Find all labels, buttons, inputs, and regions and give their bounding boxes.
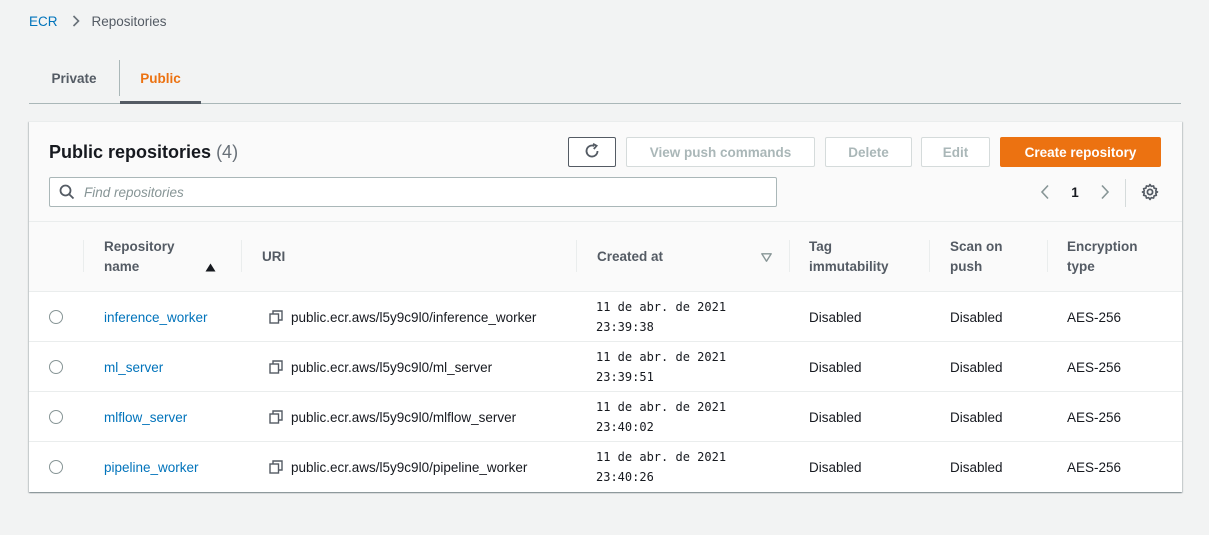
column-header-created-at[interactable]: Created at <box>597 222 772 292</box>
column-header-label: Scan on <box>950 239 1003 254</box>
repository-name-link[interactable]: inference_worker <box>104 310 208 325</box>
created-at-cell: 11 de abr. de 2021 23:40:26 <box>596 442 726 492</box>
encryption-type-value: AES-256 <box>1067 459 1122 475</box>
tab-public[interactable]: Public <box>120 52 201 104</box>
created-date: 11 de abr. de 2021 <box>596 450 727 464</box>
breadcrumb: ECR Repositories <box>29 12 167 30</box>
repository-name-link[interactable]: ml_server <box>104 360 163 375</box>
table-row[interactable]: pipeline_worker public.ecr.aws/l5y9c9l0/… <box>29 442 1182 492</box>
tag-immutability-value: Disabled <box>809 409 862 425</box>
chevron-right-icon <box>72 15 80 27</box>
search-input[interactable] <box>84 184 764 200</box>
created-date: 11 de abr. de 2021 <box>596 300 727 314</box>
column-separator <box>929 240 930 272</box>
created-date: 11 de abr. de 2021 <box>596 400 727 414</box>
created-date: 11 de abr. de 2021 <box>596 350 727 364</box>
sort-ascending-icon <box>205 263 216 272</box>
table-row[interactable]: inference_worker public.ecr.aws/l5y9c9l0… <box>29 292 1182 342</box>
repository-name-link[interactable]: pipeline_worker <box>104 460 199 475</box>
column-header-label: type <box>1067 259 1095 274</box>
column-header-label: immutability <box>809 259 889 274</box>
breadcrumb-current: Repositories <box>91 13 167 29</box>
created-at-cell: 11 de abr. de 2021 23:40:02 <box>596 392 726 442</box>
gear-icon[interactable] <box>1140 182 1160 202</box>
copy-icon[interactable] <box>269 360 283 374</box>
column-separator <box>789 240 790 272</box>
view-push-commands-button[interactable]: View push commands <box>626 137 815 167</box>
repository-uri-cell: public.ecr.aws/l5y9c9l0/mlflow_server <box>269 392 516 442</box>
tab-bar: Private Public <box>29 52 1181 104</box>
created-at-cell: 11 de abr. de 2021 23:39:38 <box>596 292 726 342</box>
repository-uri-cell: public.ecr.aws/l5y9c9l0/inference_worker <box>269 292 536 342</box>
edit-button[interactable]: Edit <box>921 137 990 167</box>
scan-on-push-value: Disabled <box>950 409 1003 425</box>
repository-uri: public.ecr.aws/l5y9c9l0/ml_server <box>291 359 493 375</box>
search-box <box>49 177 777 207</box>
column-header-repository-name[interactable]: Repository name <box>104 222 244 292</box>
created-time: 23:40:02 <box>596 420 654 434</box>
scan-on-push-value: Disabled <box>950 309 1003 325</box>
current-page-number[interactable]: 1 <box>1056 185 1094 200</box>
copy-icon[interactable] <box>269 310 283 324</box>
repository-count: (4) <box>216 142 239 162</box>
column-header-label: Created at <box>597 249 664 264</box>
pagination: 1 <box>1034 180 1116 204</box>
tab-private[interactable]: Private <box>29 52 119 104</box>
repository-uri-cell: public.ecr.aws/l5y9c9l0/ml_server <box>269 342 492 392</box>
row-select-radio[interactable] <box>49 360 63 374</box>
copy-icon[interactable] <box>269 410 283 424</box>
encryption-type-value: AES-256 <box>1067 409 1122 425</box>
column-header-encryption-type[interactable]: Encryption type <box>1067 222 1138 292</box>
panel-title-text: Public repositories <box>49 142 212 162</box>
column-header-tag-immutability[interactable]: Tag immutability <box>809 222 889 292</box>
row-select-radio[interactable] <box>49 460 63 474</box>
repository-uri-cell: public.ecr.aws/l5y9c9l0/pipeline_worker <box>269 442 527 492</box>
created-time: 23:39:38 <box>596 320 654 334</box>
next-page-icon[interactable] <box>1094 184 1116 200</box>
breadcrumb-ecr-link[interactable]: ECR <box>29 14 58 29</box>
column-header-label: Repository <box>104 239 175 254</box>
tag-immutability-value: Disabled <box>809 309 862 325</box>
sort-descending-icon <box>761 252 772 262</box>
tag-immutability-value: Disabled <box>809 459 862 475</box>
table-row[interactable]: mlflow_server public.ecr.aws/l5y9c9l0/ml… <box>29 392 1182 442</box>
copy-icon[interactable] <box>269 460 283 474</box>
created-time: 23:39:51 <box>596 370 654 384</box>
repository-uri: public.ecr.aws/l5y9c9l0/pipeline_worker <box>291 459 528 475</box>
column-header-uri[interactable]: URI <box>262 222 285 292</box>
column-separator <box>1047 240 1048 272</box>
previous-page-icon[interactable] <box>1034 184 1056 200</box>
scan-on-push-value: Disabled <box>950 459 1003 475</box>
created-time: 23:40:26 <box>596 470 654 484</box>
encryption-type-value: AES-256 <box>1067 359 1122 375</box>
refresh-button[interactable] <box>568 137 616 167</box>
delete-button[interactable]: Delete <box>825 137 912 167</box>
repository-name-link[interactable]: mlflow_server <box>104 410 187 425</box>
table-header: Repository name URI Created at Tag immuta… <box>29 222 1182 292</box>
row-select-radio[interactable] <box>49 310 63 324</box>
panel-header: Public repositories (4) View push comman… <box>29 122 1182 222</box>
tag-immutability-value: Disabled <box>809 359 862 375</box>
search-icon <box>50 184 84 200</box>
column-header-scan-on-push[interactable]: Scan on push <box>950 222 1003 292</box>
row-select-radio[interactable] <box>49 410 63 424</box>
column-header-label: Encryption <box>1067 239 1138 254</box>
column-header-label: push <box>950 259 983 274</box>
repository-uri: public.ecr.aws/l5y9c9l0/inference_worker <box>291 309 537 325</box>
column-header-label: name <box>104 259 140 274</box>
column-separator <box>241 240 242 272</box>
column-header-label: Tag <box>809 239 832 254</box>
encryption-type-value: AES-256 <box>1067 309 1122 325</box>
column-separator <box>83 240 84 272</box>
column-separator <box>576 240 577 272</box>
table-row[interactable]: ml_server public.ecr.aws/l5y9c9l0/ml_ser… <box>29 342 1182 392</box>
repository-uri: public.ecr.aws/l5y9c9l0/mlflow_server <box>291 409 517 425</box>
pager-divider <box>1125 179 1126 207</box>
refresh-icon <box>583 142 601 163</box>
created-at-cell: 11 de abr. de 2021 23:39:51 <box>596 342 726 392</box>
repositories-panel: Public repositories (4) View push comman… <box>29 121 1182 492</box>
create-repository-button[interactable]: Create repository <box>1000 137 1161 167</box>
scan-on-push-value: Disabled <box>950 359 1003 375</box>
panel-title: Public repositories (4) <box>49 142 238 163</box>
